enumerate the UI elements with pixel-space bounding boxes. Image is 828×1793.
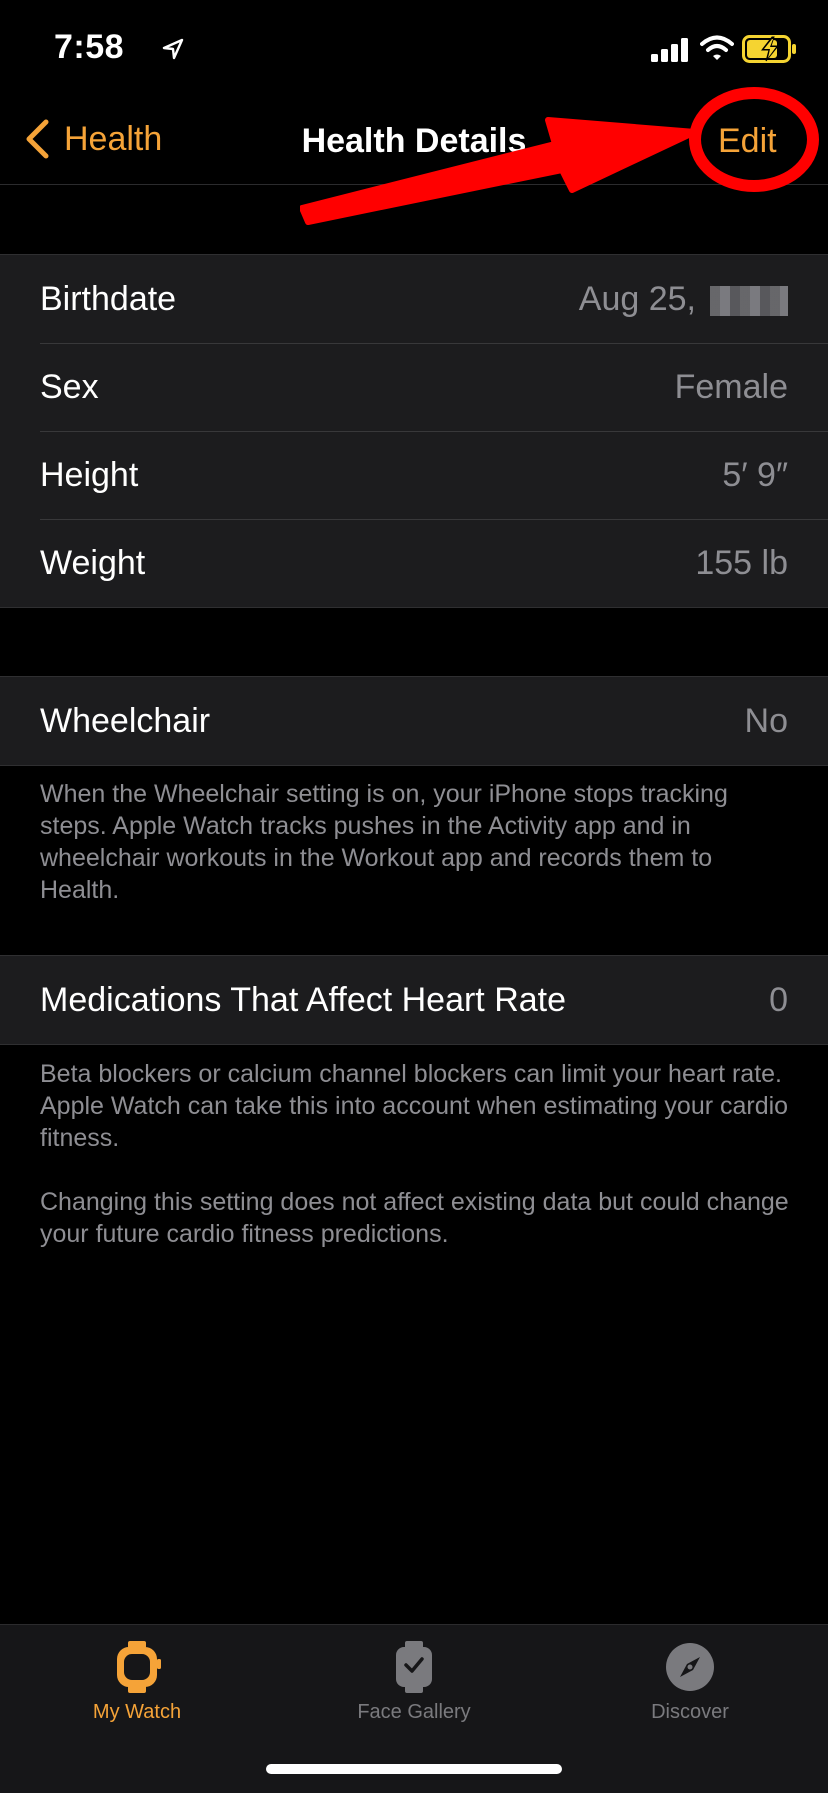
- sex-value: Female: [674, 367, 788, 406]
- medications-row[interactable]: Medications That Affect Heart Rate 0: [0, 956, 828, 1044]
- redacted-year: [710, 285, 788, 316]
- wheelchair-row[interactable]: Wheelchair No: [0, 677, 828, 765]
- cellular-signal-icon: [651, 38, 688, 62]
- wheelchair-value: No: [744, 701, 788, 740]
- height-label: Height: [40, 455, 139, 494]
- face-gallery-icon: [396, 1641, 432, 1693]
- weight-value: 155 lb: [695, 543, 788, 582]
- annotation-circle: [689, 87, 819, 192]
- home-indicator[interactable]: [266, 1764, 562, 1774]
- weight-label: Weight: [40, 543, 146, 582]
- tab-face-gallery[interactable]: Face Gallery: [314, 1639, 514, 1724]
- annotation-arrow: [300, 117, 698, 225]
- birthdate-row[interactable]: Birthdate Aug 25,: [0, 255, 828, 343]
- wheelchair-label: Wheelchair: [40, 701, 211, 740]
- medications-footnote: Beta blockers or calcium channel blocker…: [40, 1060, 789, 1152]
- height-row[interactable]: Height 5′ 9″: [0, 431, 828, 519]
- weight-row[interactable]: Weight 155 lb: [0, 519, 828, 607]
- wifi-icon: [700, 35, 734, 60]
- birthdate-value-text: Aug 25,: [578, 279, 696, 318]
- height-value: 5′ 9″: [722, 455, 788, 494]
- location-arrow-icon: [162, 38, 184, 60]
- medications-value: 0: [769, 980, 788, 1019]
- tab-my-watch[interactable]: My Watch: [37, 1639, 237, 1724]
- wheelchair-group: Wheelchair No: [0, 676, 828, 766]
- tab-face-gallery-label: Face Gallery: [357, 1701, 471, 1723]
- birthdate-label: Birthdate: [40, 279, 177, 318]
- compass-icon: [666, 1643, 714, 1691]
- tab-discover-label: Discover: [651, 1701, 729, 1723]
- status-bar: 7:58: [0, 0, 828, 96]
- wheelchair-footnote: When the Wheelchair setting is on, your …: [40, 780, 728, 904]
- birthdate-value: Aug 25,: [579, 280, 788, 319]
- watch-icon: [117, 1641, 161, 1693]
- medications-label: Medications That Affect Heart Rate: [40, 980, 567, 1019]
- tab-discover[interactable]: Discover: [590, 1639, 790, 1724]
- medications-footnote-secondary: Changing this setting does not affect ex…: [40, 1188, 789, 1248]
- health-details-group: Birthdate Aug 25, Sex Female Height 5′ 9…: [0, 254, 828, 608]
- sex-label: Sex: [40, 367, 99, 406]
- sex-row[interactable]: Sex Female: [0, 343, 828, 431]
- medications-group: Medications That Affect Heart Rate 0: [0, 955, 828, 1045]
- tab-my-watch-label: My Watch: [92, 1701, 182, 1723]
- battery-charging-icon: [742, 35, 796, 63]
- status-time: 7:58: [54, 28, 125, 66]
